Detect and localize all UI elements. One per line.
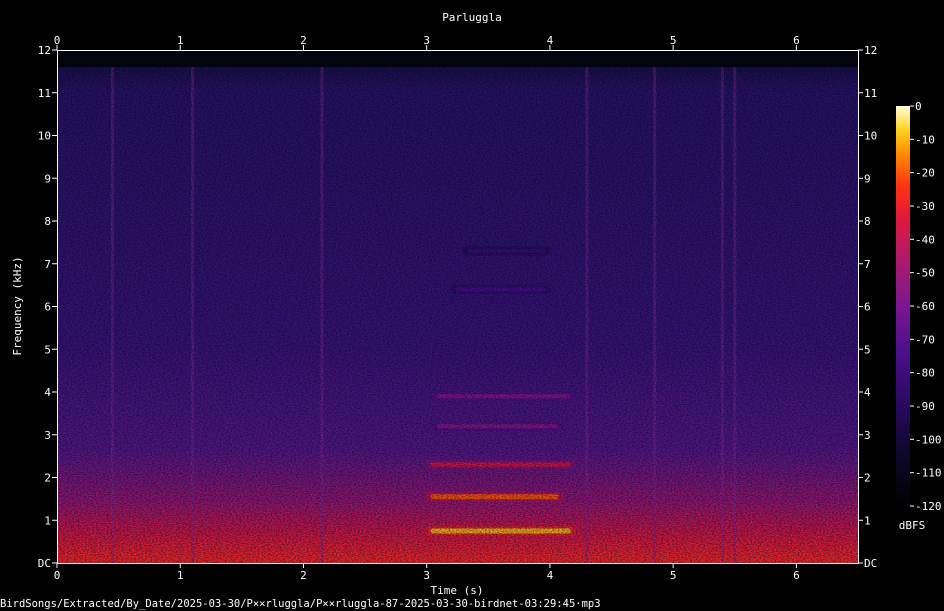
colorbar-tick-label: -30 (915, 200, 935, 213)
x-tick-label-bottom: 3 (423, 569, 430, 582)
y-tick-label-right: 7 (864, 258, 871, 271)
colorbar-tick-label: 0 (915, 100, 922, 113)
colorbar (896, 106, 910, 506)
y-tick-label-left: 5 (44, 343, 51, 356)
x-tick-label-top: 2 (300, 34, 307, 47)
y-tick-label-left: 4 (44, 386, 51, 399)
y-tick-label-left: 9 (44, 172, 51, 185)
colorbar-tick-label: -50 (915, 267, 935, 280)
y-tick-label-right: 3 (864, 429, 871, 442)
y-tick-label-right: 10 (864, 130, 877, 143)
spectrogram-chart: Parluggla 0123456 0123456 DC123456789101… (11, 11, 942, 597)
y-tick-label-right: 9 (864, 172, 871, 185)
colorbar-tick-label: -90 (915, 400, 935, 413)
y-tick-label-left: 10 (38, 130, 51, 143)
noise-texture (57, 50, 858, 563)
x-tick-label-top: 1 (177, 34, 184, 47)
file-path-caption: BirdSongs/Extracted/By_Date/2025-03-30/P… (0, 598, 601, 610)
x-tick-label-top: 5 (670, 34, 677, 47)
y-axis-left: DC123456789101112 (38, 44, 57, 570)
x-tick-label-bottom: 4 (547, 569, 554, 582)
colorbar-tick-label: -120 (915, 500, 942, 513)
y-tick-label-left: 1 (44, 514, 51, 527)
y-tick-label-right: 8 (864, 215, 871, 228)
y-tick-label-left: 12 (38, 44, 51, 57)
x-axis-bottom: 0 1 2 3 4 5 6 (54, 563, 800, 582)
y-tick-label-right: 12 (864, 44, 877, 57)
y-tick-label-left: 8 (44, 215, 51, 228)
y-tick-label-right: 2 (864, 472, 871, 485)
y-tick-label-right: DC (864, 557, 877, 570)
x-tick-label-bottom: 2 (300, 569, 307, 582)
x-axis-label: Time (s) (431, 584, 484, 597)
x-tick-label-top: 0 (54, 34, 61, 47)
colorbar-tick-label: -80 (915, 367, 935, 380)
colorbar-tick-label: -60 (915, 300, 935, 313)
y-axis-right: DC123456789101112 (858, 44, 877, 570)
colorbar-tick-label: -20 (915, 167, 935, 180)
y-tick-label-right: 11 (864, 87, 877, 100)
y-tick-label-left: 6 (44, 301, 51, 314)
x-tick-label-top: 4 (547, 34, 554, 47)
x-tick-label-top: 3 (423, 34, 430, 47)
chart-title: Parluggla (442, 11, 502, 24)
upper-empty-band (57, 50, 858, 68)
y-tick-label-left: 11 (38, 87, 51, 100)
colorbar-ticks: 0 -10 -20 -30 -40 -50 -60 -70 -80 -90 -100 -110 -120 (910, 100, 942, 513)
y-tick-label-right: 1 (864, 514, 871, 527)
colorbar-tick-label: -70 (915, 333, 935, 346)
y-tick-label-right: 6 (864, 301, 871, 314)
x-tick-label-bottom: 1 (177, 569, 184, 582)
plot-area (57, 50, 858, 563)
colorbar-tick-label: -100 (915, 433, 942, 446)
colorbar-label: dBFS (899, 519, 926, 532)
colorbar-tick-label: -10 (915, 133, 935, 146)
y-tick-label-left: 7 (44, 258, 51, 271)
x-axis-top: 0 1 2 3 4 5 6 (54, 34, 800, 50)
x-tick-label-top: 6 (793, 34, 800, 47)
x-tick-label-bottom: 5 (670, 569, 677, 582)
y-tick-label-right: 5 (864, 343, 871, 356)
y-tick-label-left: 3 (44, 429, 51, 442)
colorbar-tick-label: -40 (915, 233, 935, 246)
x-tick-label-bottom: 0 (54, 569, 61, 582)
x-tick-label-bottom: 6 (793, 569, 800, 582)
y-axis-label: Frequency (kHz) (11, 256, 24, 355)
y-tick-label-right: 4 (864, 386, 871, 399)
y-tick-label-left: 2 (44, 472, 51, 485)
y-tick-label-left: DC (38, 557, 51, 570)
colorbar-tick-label: -110 (915, 467, 942, 480)
